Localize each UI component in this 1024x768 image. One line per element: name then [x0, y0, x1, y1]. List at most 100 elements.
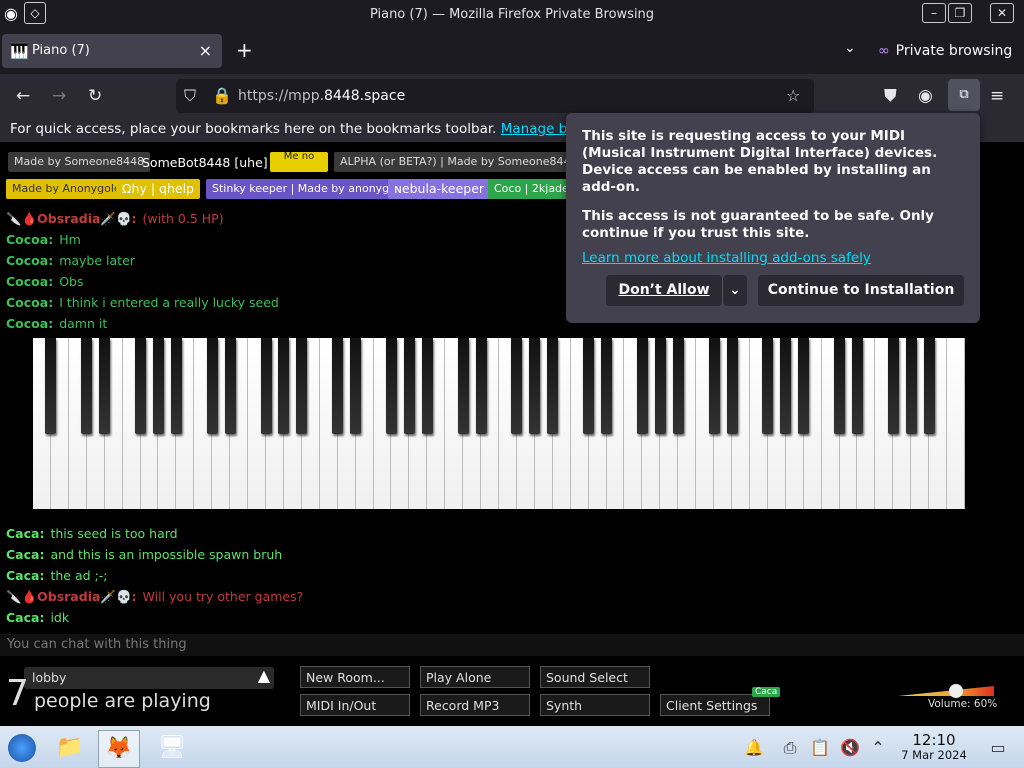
user-tag[interactable]: Stinky keeper | Made by anonygirl	[206, 179, 406, 199]
user-tag[interactable]: Made by Someone8448	[8, 152, 151, 172]
bookmark-star-icon[interactable]: ☆	[786, 86, 800, 105]
piano-black-key[interactable]	[762, 338, 774, 434]
firefox-taskbar-icon[interactable]: 🦊	[98, 730, 140, 768]
play-alone-button[interactable]: Play Alone	[420, 666, 530, 688]
close-window-button[interactable]: ✕	[990, 3, 1014, 23]
piano-black-key[interactable]	[905, 338, 917, 434]
chat-author[interactable]: Caca:	[6, 547, 44, 562]
piano-black-key[interactable]	[135, 338, 147, 434]
piano-black-key[interactable]	[45, 338, 57, 434]
learn-more-link[interactable]: Learn more about installing add-ons safe…	[582, 250, 871, 266]
chat-author[interactable]: 🔪🩸Obsradia🗡️💀:	[6, 211, 137, 226]
piano-black-key[interactable]	[583, 338, 595, 434]
piano-white-key[interactable]	[947, 338, 965, 509]
notification-bell-icon[interactable]: 🔔	[742, 730, 766, 766]
piano-black-key[interactable]	[81, 338, 93, 434]
clock-time[interactable]: 12:10	[912, 731, 956, 749]
piano-black-key[interactable]	[385, 338, 397, 434]
piano-black-key[interactable]	[224, 338, 236, 434]
piano-black-key[interactable]	[654, 338, 666, 434]
piano-black-key[interactable]	[296, 338, 308, 434]
piano-black-key[interactable]	[726, 338, 738, 434]
piano-black-key[interactable]	[403, 338, 415, 434]
chat-author[interactable]: Cocoa:	[6, 232, 53, 247]
account-icon[interactable]: ◉	[918, 86, 933, 106]
usb-icon[interactable]: ⎙	[778, 730, 802, 766]
back-icon[interactable]: ←	[16, 86, 30, 106]
piano-black-key[interactable]	[834, 338, 846, 434]
piano-black-key[interactable]	[278, 338, 290, 434]
client-settings-button[interactable]: Client Settings	[660, 694, 770, 716]
piano-black-key[interactable]	[547, 338, 559, 434]
user-tag[interactable]: Coco | 2kjade	[488, 179, 575, 199]
piano-black-key[interactable]	[851, 338, 863, 434]
forward-icon[interactable]: →	[52, 86, 66, 106]
chevron-up-icon[interactable]: ⌃	[866, 730, 890, 766]
chat-author[interactable]: Caca:	[6, 526, 44, 541]
lock-icon[interactable]: 🔒	[212, 86, 232, 105]
piano-black-key[interactable]	[708, 338, 720, 434]
midi-in-out-button[interactable]: MIDI In/Out	[300, 694, 410, 716]
url-bar[interactable]: ⛉ 🔒 https://mpp.8448.space ☆	[176, 79, 814, 113]
volume-slider[interactable]	[898, 684, 994, 698]
reload-icon[interactable]: ↻	[88, 86, 102, 106]
start-button[interactable]	[2, 730, 42, 766]
menu-icon[interactable]: ≡	[990, 86, 1004, 106]
show-desktop-icon[interactable]: ▭	[984, 730, 1012, 766]
piano-black-key[interactable]	[887, 338, 899, 434]
list-tabs-icon[interactable]: ⌄	[844, 40, 856, 56]
chat-author[interactable]: Caca:	[6, 568, 44, 583]
piano-black-key[interactable]	[170, 338, 182, 434]
dont-allow-button[interactable]: Don’t Allow	[606, 275, 722, 306]
extensions-button[interactable]: ⧉	[948, 79, 980, 111]
piano-black-key[interactable]	[672, 338, 684, 434]
chat-author[interactable]: Cocoa:	[6, 316, 53, 331]
chat-author[interactable]: Cocoa:	[6, 274, 53, 289]
volume-knob[interactable]	[948, 684, 963, 698]
piano-black-key[interactable]	[332, 338, 344, 434]
url-text[interactable]: https://mpp.8448.space	[238, 88, 405, 104]
muted-speaker-icon[interactable]: 🔇	[838, 730, 862, 766]
synth-button[interactable]: Synth	[540, 694, 650, 716]
file-explorer-icon[interactable]: 📁	[50, 730, 90, 766]
piano-black-key[interactable]	[421, 338, 433, 434]
remote-desktop-icon[interactable]: 🖥	[152, 730, 192, 766]
piano-black-key[interactable]	[780, 338, 792, 434]
user-name[interactable]: Ωhy | qhelp	[116, 179, 200, 199]
piano-black-key[interactable]	[99, 338, 111, 434]
piano-black-key[interactable]	[457, 338, 469, 434]
chat-author[interactable]: Caca:	[6, 610, 44, 625]
shield-icon[interactable]: ⛉	[184, 86, 196, 106]
minimize-button[interactable]: –	[922, 3, 946, 23]
new-room-button[interactable]: New Room...	[300, 666, 410, 688]
user-tag[interactable]: Me no	[270, 152, 328, 172]
record-mp3-button[interactable]: Record MP3	[420, 694, 530, 716]
close-tab-icon[interactable]: ×	[199, 41, 212, 60]
piano-black-key[interactable]	[152, 338, 164, 434]
chat-author[interactable]: 🔪🩸Obsradia🗡️💀:	[6, 589, 137, 604]
room-selector[interactable]: lobby ▲	[24, 666, 274, 689]
piano-black-key[interactable]	[923, 338, 935, 434]
piano-black-key[interactable]	[475, 338, 487, 434]
user-name[interactable]: SomeBot8448 [uhe]	[142, 155, 268, 170]
maximize-button[interactable]: ❐	[948, 3, 972, 23]
piano-black-key[interactable]	[260, 338, 272, 434]
user-name[interactable]: ɴebula-keeper	[388, 179, 491, 199]
piano-keyboard[interactable]	[33, 338, 965, 509]
piano-black-key[interactable]	[636, 338, 648, 434]
piano-black-key[interactable]	[601, 338, 613, 434]
clock-date[interactable]: 7 Mar 2024	[898, 748, 970, 762]
piano-black-key[interactable]	[529, 338, 541, 434]
clipboard-icon[interactable]: 📋	[808, 730, 832, 766]
piano-black-key[interactable]	[798, 338, 810, 434]
piano-black-key[interactable]	[511, 338, 523, 434]
piano-black-key[interactable]	[350, 338, 362, 434]
continue-installation-button[interactable]: Continue to Installation	[758, 275, 964, 306]
sound-select-button[interactable]: Sound Select	[540, 666, 650, 688]
new-tab-button[interactable]: +	[236, 38, 253, 62]
manage-bookmarks-link[interactable]: Manage bo	[501, 121, 576, 137]
chat-input[interactable]: You can chat with this thing	[0, 634, 1024, 656]
piano-black-key[interactable]	[206, 338, 218, 434]
tab-piano[interactable]: 🎹 Piano (7) ×	[2, 34, 222, 68]
chat-author[interactable]: Cocoa:	[6, 295, 53, 310]
